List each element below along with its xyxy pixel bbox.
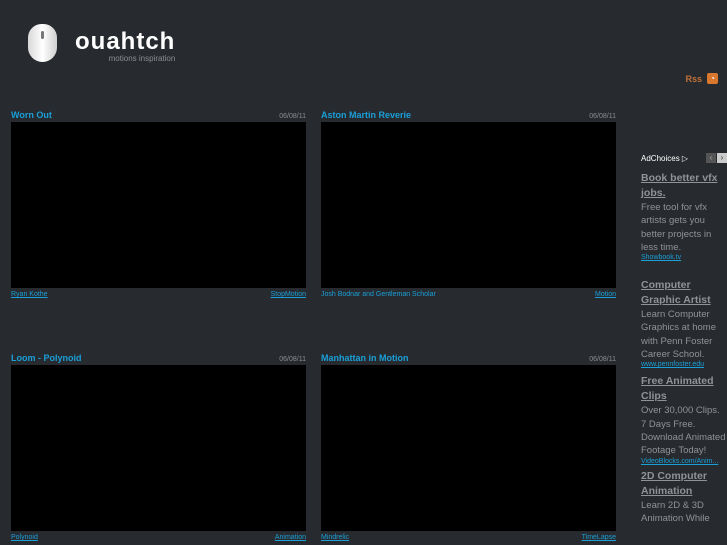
rss-link[interactable]: Rss ◔ xyxy=(685,73,718,84)
ad-title-link[interactable]: Free Animated Clips xyxy=(641,374,727,404)
mouse-logo-icon xyxy=(28,24,57,62)
ad-item: Book better vfx jobs. Free tool for vfx a… xyxy=(641,171,727,261)
site-tagline: motions inspiration xyxy=(108,54,176,63)
video-author-link[interactable]: Mindrelic xyxy=(321,534,349,541)
ad-prev-button[interactable]: ‹ xyxy=(706,153,716,163)
video-player[interactable] xyxy=(11,122,306,288)
video-category-link[interactable]: Motion xyxy=(595,291,616,298)
video-card: Worn Out 06/08/11 Ryan Kothe StopMotion xyxy=(11,110,306,298)
video-player[interactable] xyxy=(321,122,616,288)
ad-item: Computer Graphic Artist Learn Computer Gr… xyxy=(641,278,727,368)
video-title-link[interactable]: Worn Out xyxy=(11,110,52,120)
video-title-link[interactable]: Loom - Polynoid xyxy=(11,353,82,363)
ad-title-link[interactable]: Book better vfx jobs. xyxy=(641,171,727,201)
video-category-link[interactable]: TimeLapse xyxy=(582,534,616,541)
video-category-link[interactable]: StopMotion xyxy=(271,291,306,298)
video-player[interactable] xyxy=(321,365,616,531)
ad-title-link[interactable]: Computer Graphic Artist xyxy=(641,278,727,308)
video-player[interactable] xyxy=(11,365,306,531)
ad-description: Over 30,000 Clips. 7 Days Free. Download… xyxy=(641,405,726,457)
video-title-link[interactable]: Manhattan in Motion xyxy=(321,353,409,363)
ad-description: Free tool for vfx artists gets you bette… xyxy=(641,202,712,253)
video-card: Manhattan in Motion 06/08/11 Mindrelic Tim… xyxy=(321,353,616,541)
ad-title-link[interactable]: 2D Computer Animation xyxy=(641,469,727,499)
video-title-link[interactable]: Aston Martin Reverie xyxy=(321,110,411,120)
video-card: Aston Martin Reverie 06/08/11 Josh Bodnar… xyxy=(321,110,616,298)
ad-item: 2D Computer Animation Learn 2D & 3D Anima… xyxy=(641,469,727,526)
video-author-link[interactable]: Polynoid xyxy=(11,534,38,541)
video-card: Loom - Polynoid 06/08/11 Polynoid Animatio… xyxy=(11,353,306,541)
video-date: 06/08/11 xyxy=(589,113,616,120)
video-date: 06/08/11 xyxy=(279,356,306,363)
video-date: 06/08/11 xyxy=(279,113,306,120)
adchoices-link[interactable]: AdChoices ▷ xyxy=(641,154,688,163)
rss-label: Rss xyxy=(685,73,702,84)
ad-url-link[interactable]: Showbook.tv xyxy=(641,254,727,261)
ad-description: Learn 2D & 3D Animation While xyxy=(641,499,710,524)
site-logo[interactable]: ouahtch motions inspiration xyxy=(28,24,175,63)
ad-next-button[interactable]: › xyxy=(717,153,727,163)
video-date: 06/08/11 xyxy=(589,356,616,363)
video-author-link[interactable]: Ryan Kothe xyxy=(11,291,48,298)
ad-sidebar: AdChoices ▷ ‹ › Book better vfx jobs. Free… xyxy=(641,151,727,525)
ad-item: Free Animated Clips Over 30,000 Clips. 7 … xyxy=(641,374,727,464)
ad-description: Learn Computer Graphics at home with Pen… xyxy=(641,309,716,361)
rss-icon: ◔ xyxy=(707,73,718,84)
site-name: ouahtch xyxy=(75,28,176,55)
ad-url-link[interactable]: www.pennfoster.edu xyxy=(641,361,727,368)
video-author: Josh Bodnar and Gentleman Scholar xyxy=(321,291,436,298)
video-category-link[interactable]: Animation xyxy=(275,534,306,541)
ad-url-link[interactable]: VideoBlocks.com/Anim... xyxy=(641,458,727,465)
